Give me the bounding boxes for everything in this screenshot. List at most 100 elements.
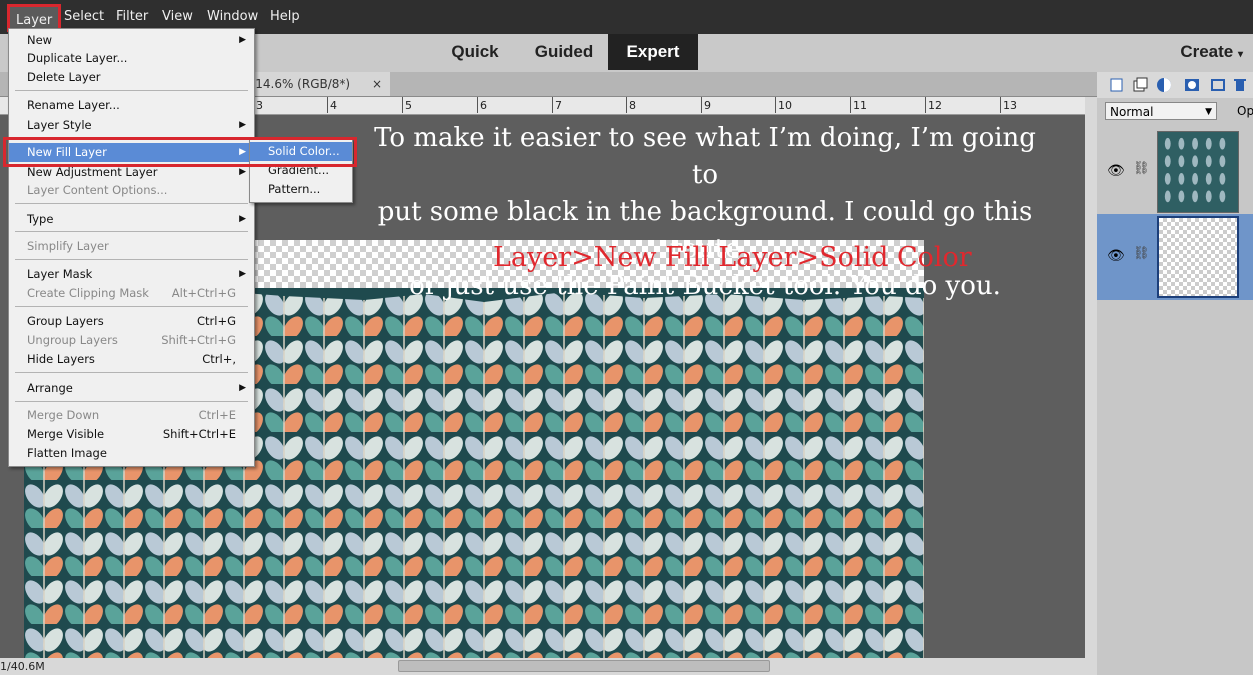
link-icon[interactable]: ⛓ [1133,161,1150,176]
menu-item-arrange[interactable]: Arrange ▶ [9,379,254,398]
close-icon[interactable]: × [372,72,382,96]
trash-icon[interactable] [1231,76,1249,94]
eye-icon[interactable]: 👁 [1107,163,1125,179]
menu-item-shortcut: Ctrl+, [202,352,236,366]
menu-item-merge-down: Merge Down Ctrl+E [9,406,254,425]
layer-row-empty-selected[interactable]: 👁 ⛓ [1097,214,1253,300]
status-text: 1/40.6M [0,660,45,673]
ruler-tick: 12 [925,97,942,113]
create-button[interactable]: Create ▾ [1180,34,1243,70]
menu-item-ungroup-layers: Ungroup Layers Shift+Ctrl+G [9,331,254,350]
chevron-down-icon: ▼ [1205,107,1212,117]
blend-mode-value: Normal [1110,105,1154,119]
menu-item-label: Layer Mask [27,267,93,281]
annotation-line-3: or just use the Paint Bucket tool. You d… [409,271,1001,301]
menu-item-label: Rename Layer... [27,98,120,112]
horizontal-scroll-thumb[interactable] [398,660,770,672]
ruler-tick: 9 [701,97,711,113]
menu-item-new[interactable]: New ▶ [9,31,254,50]
ruler-tick: 8 [626,97,636,113]
menu-item-hide-layers[interactable]: Hide Layers Ctrl+, [9,350,254,369]
menu-item-label: Ungroup Layers [27,333,118,347]
menu-item-shortcut: Alt+Ctrl+G [171,286,236,300]
submenu-arrow-icon: ▶ [239,269,246,279]
menu-item-create-clipping-mask: Create Clipping Mask Alt+Ctrl+G [9,284,254,303]
ruler-tick: 11 [850,97,867,113]
menu-item-rename-layer[interactable]: Rename Layer... [9,96,254,115]
ruler-tick: 7 [552,97,562,113]
annotation-text: To make it easier to see what I’m doing,… [360,120,1050,305]
menu-item-shortcut: Ctrl+G [196,314,236,328]
menu-item-layer-mask[interactable]: Layer Mask ▶ [9,265,254,284]
menu-item-label: Simplify Layer [27,239,109,253]
menu-item-label: Group Layers [27,314,104,328]
menu-item-shortcut: Ctrl+E [198,408,236,422]
menu-item-label: Arrange [27,381,73,395]
menu-item-layer-content-options: Layer Content Options... [9,181,254,200]
menu-separator [15,259,248,260]
menu-item-label: Hide Layers [27,352,95,366]
menu-separator [15,203,248,204]
ruler-tick: 3 [253,97,263,113]
menu-item-label: Flatten Image [27,446,107,460]
menu-item-duplicate-layer[interactable]: Duplicate Layer... [9,49,254,68]
blend-mode-select[interactable]: Normal ▼ [1105,102,1217,120]
layer-thumbnail [1157,216,1239,298]
layers-panel: Normal ▼ Op 👁 ⛓ 👁 ⛓ [1097,72,1253,675]
submenu-item-pattern[interactable]: Pattern... [250,180,352,199]
menu-item-label: Duplicate Layer... [27,51,128,65]
link-icon[interactable]: ⛓ [1133,246,1150,261]
menu-item-label: Merge Visible [27,427,105,441]
menu-separator [15,372,248,373]
annotation-menu-path: Layer>New Fill Layer>Solid Color [493,242,972,273]
layers-panel-toolbar [1097,72,1253,98]
ruler-tick: 4 [327,97,337,113]
submenu-arrow-icon: ▶ [239,383,246,393]
menu-help[interactable]: Help [264,0,306,34]
menu-item-type[interactable]: Type ▶ [9,210,254,229]
menu-separator [15,231,248,232]
menu-item-label: Layer Content Options... [27,183,168,197]
menu-separator [15,90,248,91]
create-arrow-icon: ▾ [1237,49,1243,60]
layer-row-pattern[interactable]: 👁 ⛓ [1097,129,1253,215]
layer-thumbnail [1157,131,1239,213]
layer-mask-icon[interactable] [1183,76,1201,94]
vertical-scrollbar[interactable] [1085,97,1097,658]
menu-item-shortcut: Shift+Ctrl+G [161,333,236,347]
menu-item-label: Layer Style [27,118,92,132]
menu-item-label: New [27,33,53,47]
menu-item-layer-style[interactable]: Layer Style ▶ [9,116,254,135]
mode-quick[interactable]: Quick [440,34,510,70]
menu-item-simplify-layer: Simplify Layer [9,237,254,256]
menu-item-group-layers[interactable]: Group Layers Ctrl+G [9,312,254,331]
ruler-tick: 10 [775,97,792,113]
eye-icon[interactable]: 👁 [1107,248,1125,264]
menu-item-delete-layer[interactable]: Delete Layer [9,68,254,87]
mode-guided[interactable]: Guided [525,34,603,70]
menu-item-merge-visible[interactable]: Merge Visible Shift+Ctrl+E [9,425,254,444]
menu-item-label: Type [27,212,54,226]
menu-item-shortcut: Shift+Ctrl+E [162,427,236,441]
create-label: Create [1180,42,1234,61]
new-group-icon[interactable] [1131,76,1149,94]
ruler-tick: 13 [1000,97,1017,113]
ruler-tick: 6 [477,97,487,113]
submenu-arrow-icon: ▶ [239,35,246,45]
menu-item-label: Create Clipping Mask [27,286,149,300]
ruler-tick: 5 [402,97,412,113]
new-layer-icon[interactable] [1107,76,1125,94]
menu-item-flatten-image[interactable]: Flatten Image [9,444,254,463]
menu-item-label: Merge Down [27,408,100,422]
lock-icon[interactable] [1209,76,1227,94]
mode-expert[interactable]: Expert [608,34,698,70]
annotation-line-1: To make it easier to see what I’m doing,… [374,123,1036,190]
menu-separator [15,306,248,307]
highlight-callout-box [3,137,357,167]
adjustment-layer-icon[interactable] [1155,76,1173,94]
opacity-label: Op [1237,104,1253,118]
horizontal-scrollbar[interactable] [0,658,1097,675]
submenu-item-label: Pattern... [268,182,321,196]
submenu-arrow-icon: ▶ [239,120,246,130]
menu-separator [15,401,248,402]
